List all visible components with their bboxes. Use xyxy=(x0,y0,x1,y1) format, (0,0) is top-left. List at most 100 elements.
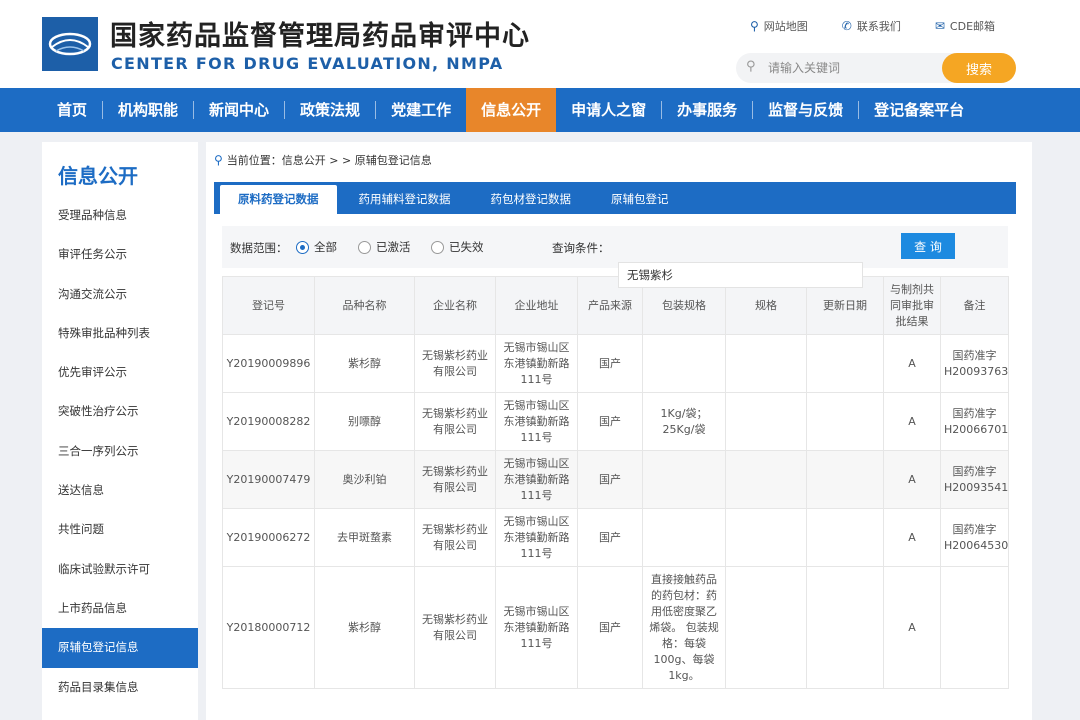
sidebar-item-three-in-one[interactable]: 三合一序列公示 xyxy=(42,432,198,471)
cell-update-date xyxy=(806,566,884,689)
nav-applicant[interactable]: 申请人之窗 xyxy=(556,88,661,132)
data-tabs: 原料药登记数据 药用辅料登记数据 药包材登记数据 原辅包登记 xyxy=(214,182,1016,214)
registration-table: 登记号 品种名称 企业名称 企业地址 产品来源 包装规格 规格 更新日期 与制剂… xyxy=(222,276,1009,689)
site-title-en: CENTER FOR DRUG EVALUATION, NMPA xyxy=(111,54,504,73)
nav-news[interactable]: 新闻中心 xyxy=(194,88,284,132)
cell-address: 无锡市锡山区东港镇勤新路111号 xyxy=(495,392,578,451)
sidebar-item-delivery[interactable]: 送达信息 xyxy=(42,471,198,510)
cde-logo[interactable] xyxy=(42,17,98,71)
radio-active-label: 已激活 xyxy=(376,240,411,254)
table-row[interactable]: Y20190009896 紫杉醇 无锡紫杉药业有限公司 无锡市锡山区东港镇勤新路… xyxy=(222,334,1009,393)
cell-joint-review: A xyxy=(883,566,941,689)
query-label: 查询条件： xyxy=(552,241,610,255)
cell-package xyxy=(642,508,726,567)
table-row[interactable]: Y20190006272 去甲斑蝥素 无锡紫杉药业有限公司 无锡市锡山区东港镇勤… xyxy=(222,508,1009,567)
tab-excipient-data[interactable]: 药用辅料登记数据 xyxy=(341,185,469,214)
cell-spec xyxy=(725,450,807,509)
cell-company: 无锡紫杉药业有限公司 xyxy=(414,566,496,689)
query-input[interactable] xyxy=(618,262,863,288)
phone-icon: ✆ xyxy=(841,19,852,33)
table-row[interactable]: Y20190008282 别嘌醇 无锡紫杉药业有限公司 无锡市锡山区东港镇勤新路… xyxy=(222,392,1009,451)
sidebar-item-breakthrough[interactable]: 突破性治疗公示 xyxy=(42,392,198,431)
search-button[interactable]: 搜索 xyxy=(942,53,1016,83)
mail-icon: ✉ xyxy=(934,19,945,33)
main-content: ⚲ 当前位置：信息公开 > > 原辅包登记信息 原料药登记数据 药用辅料登记数据… xyxy=(206,142,1032,720)
nav-services[interactable]: 办事服务 xyxy=(662,88,752,132)
filter-bar: 数据范围： 全部 已激活 已失效 查询条件： 查 询 xyxy=(222,226,1008,268)
nav-registration-platform[interactable]: 登记备案平台 xyxy=(859,88,979,132)
cell-update-date xyxy=(806,334,884,393)
cell-reg-no: Y20190008282 xyxy=(222,392,315,451)
breadcrumb-text: 当前位置：信息公开 > > 原辅包登记信息 xyxy=(226,154,432,167)
sidebar-item-drug-catalog[interactable]: 药品目录集信息 xyxy=(42,668,198,707)
tab-packaging-data[interactable]: 药包材登记数据 xyxy=(473,185,590,214)
cell-company: 无锡紫杉药业有限公司 xyxy=(414,508,496,567)
cell-product: 去甲斑蝥素 xyxy=(314,508,415,567)
sidebar-item-review-tasks[interactable]: 审评任务公示 xyxy=(42,235,198,274)
cell-product: 紫杉醇 xyxy=(314,334,415,393)
site-header: 国家药品监督管理局药品审评中心 CENTER FOR DRUG EVALUATI… xyxy=(0,0,1080,88)
sidebar-item-accepted[interactable]: 受理品种信息 xyxy=(42,196,198,235)
sidebar-item-communication[interactable]: 沟通交流公示 xyxy=(42,275,198,314)
table-header-row: 登记号 品种名称 企业名称 企业地址 产品来源 包装规格 规格 更新日期 与制剂… xyxy=(222,276,1009,335)
cell-source: 国产 xyxy=(577,392,643,451)
cell-reg-no: Y20190006272 xyxy=(222,508,315,567)
cell-spec xyxy=(725,508,807,567)
table-row[interactable]: Y20180000712 紫杉醇 无锡紫杉药业有限公司 无锡市锡山区东港镇勤新路… xyxy=(222,566,1009,689)
cell-remarks: 国药准字H20093763 xyxy=(940,334,1009,393)
radio-all[interactable]: 全部 xyxy=(296,239,337,255)
radio-expired[interactable]: 已失效 xyxy=(431,239,484,255)
sidebar-item-clinical-trial[interactable]: 临床试验默示许可 xyxy=(42,550,198,589)
sitemap-link[interactable]: ⚲ 网站地图 xyxy=(750,18,808,34)
cell-company: 无锡紫杉药业有限公司 xyxy=(414,450,496,509)
cell-source: 国产 xyxy=(577,508,643,567)
sidebar-title: 信息公开 xyxy=(58,164,138,188)
sidebar-item-common-issues[interactable]: 共性问题 xyxy=(42,510,198,549)
col-header-product: 品种名称 xyxy=(314,276,415,335)
tab-api-data[interactable]: 原料药登记数据 xyxy=(220,185,337,214)
cell-joint-review: A xyxy=(883,392,941,451)
breadcrumb: ⚲ 当前位置：信息公开 > > 原辅包登记信息 xyxy=(214,152,432,168)
cell-remarks xyxy=(940,566,1009,689)
cell-source: 国产 xyxy=(577,450,643,509)
sidebar-item-api-registration[interactable]: 原辅包登记信息 xyxy=(42,628,198,668)
cell-remarks: 国药准字H20064530 xyxy=(940,508,1009,567)
col-header-address: 企业地址 xyxy=(495,276,578,335)
location-pin-icon: ⚲ xyxy=(750,19,759,33)
nav-home[interactable]: 首页 xyxy=(42,88,102,132)
cell-reg-no: Y20190009896 xyxy=(222,334,315,393)
nav-party[interactable]: 党建工作 xyxy=(376,88,466,132)
top-links: ⚲ 网站地图 ✆ 联系我们 ✉ CDE邮箱 xyxy=(750,18,995,34)
nav-supervision[interactable]: 监督与反馈 xyxy=(753,88,858,132)
sidebar-item-special-approval[interactable]: 特殊审批品种列表 xyxy=(42,314,198,353)
col-header-joint-review: 与制剂共同审批审批结果 xyxy=(883,276,941,335)
cell-update-date xyxy=(806,392,884,451)
radio-expired-label: 已失效 xyxy=(449,240,484,254)
cde-mail-link[interactable]: ✉ CDE邮箱 xyxy=(935,18,995,34)
logo-emblem-icon xyxy=(42,17,98,71)
cell-spec xyxy=(725,566,807,689)
radio-active[interactable]: 已激活 xyxy=(358,239,411,255)
search-icon: ⚲ xyxy=(746,59,756,74)
col-header-remarks: 备注 xyxy=(940,276,1009,335)
cell-remarks: 国药准字H20093541 xyxy=(940,450,1009,509)
site-title-cn: 国家药品监督管理局药品审评中心 xyxy=(110,21,530,52)
cell-address: 无锡市锡山区东港镇勤新路111号 xyxy=(495,566,578,689)
sidebar-item-priority-review[interactable]: 优先审评公示 xyxy=(42,353,198,392)
cell-reg-no: Y20190007479 xyxy=(222,450,315,509)
search-box: ⚲ 搜索 xyxy=(736,53,1016,83)
cell-address: 无锡市锡山区东港镇勤新路111号 xyxy=(495,450,578,509)
contact-link[interactable]: ✆ 联系我们 xyxy=(842,18,901,34)
nav-functions[interactable]: 机构职能 xyxy=(103,88,193,132)
query-button[interactable]: 查 询 xyxy=(901,233,955,259)
nav-info-disclosure[interactable]: 信息公开 xyxy=(466,88,557,132)
search-input[interactable] xyxy=(768,58,938,78)
sidebar-item-marketed-drugs[interactable]: 上市药品信息 xyxy=(42,589,198,628)
table-row[interactable]: Y20190007479 奥沙利铂 无锡紫杉药业有限公司 无锡市锡山区东港镇勤新… xyxy=(222,450,1009,509)
cell-source: 国产 xyxy=(577,334,643,393)
nav-policies[interactable]: 政策法规 xyxy=(285,88,375,132)
cell-company: 无锡紫杉药业有限公司 xyxy=(414,392,496,451)
tab-api-registration[interactable]: 原辅包登记 xyxy=(593,185,687,214)
cell-reg-no: Y20180000712 xyxy=(222,566,315,689)
sidebar: 信息公开 受理品种信息 审评任务公示 沟通交流公示 特殊审批品种列表 优先审评公… xyxy=(42,142,198,720)
